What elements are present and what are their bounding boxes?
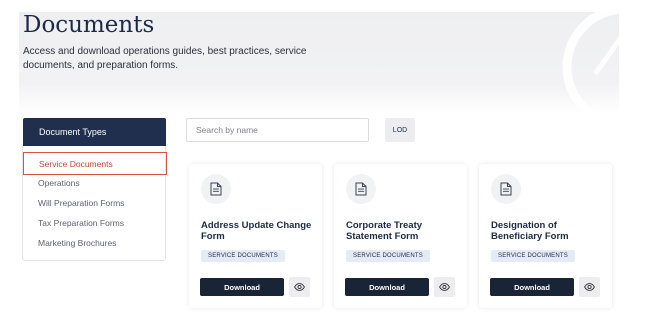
page-description: Access and download operations guides, b… bbox=[23, 46, 307, 71]
sidebar-item-operations[interactable]: Operations bbox=[38, 178, 80, 188]
category-badge: SERVICE DOCUMENTS bbox=[491, 250, 575, 262]
sidebar-item-will-preparation-forms[interactable]: Will Preparation Forms bbox=[38, 198, 124, 208]
document-card: Designation of Beneficiary Form SERVICE … bbox=[479, 164, 612, 308]
eye-icon[interactable] bbox=[289, 277, 310, 297]
document-card: Corporate Treaty Statement Form SERVICE … bbox=[334, 164, 467, 308]
download-button[interactable]: Download bbox=[345, 278, 429, 296]
document-types-list: Service Documents Operations Will Prepar… bbox=[22, 146, 167, 261]
eye-icon[interactable] bbox=[434, 277, 455, 297]
document-icon bbox=[491, 174, 521, 204]
document-icon bbox=[201, 174, 231, 204]
lod-button[interactable]: LOD bbox=[385, 118, 415, 142]
download-button[interactable]: Download bbox=[200, 278, 284, 296]
card-title: Address Update Change Form bbox=[201, 220, 312, 242]
page-title: Documents bbox=[23, 12, 155, 38]
sidebar-item-service-documents[interactable]: Service Documents bbox=[23, 152, 167, 175]
card-title: Corporate Treaty Statement Form bbox=[346, 220, 423, 242]
card-title: Designation of Beneficiary Form bbox=[491, 220, 569, 242]
download-button[interactable]: Download bbox=[490, 278, 574, 296]
category-badge: SERVICE DOCUMENTS bbox=[346, 250, 430, 262]
eye-icon[interactable] bbox=[579, 277, 600, 297]
document-types-header: Document Types bbox=[23, 118, 166, 146]
document-card: Address Update Change Form SERVICE DOCUM… bbox=[189, 164, 322, 308]
search-input[interactable] bbox=[186, 118, 369, 142]
decorative-emblem-icon bbox=[562, 12, 619, 114]
page-hero: Documents Access and download operations… bbox=[19, 12, 619, 114]
sidebar-item-marketing-brochures[interactable]: Marketing Brochures bbox=[38, 238, 116, 248]
category-badge: SERVICE DOCUMENTS bbox=[201, 250, 285, 262]
sidebar-item-tax-preparation-forms[interactable]: Tax Preparation Forms bbox=[38, 218, 124, 228]
document-icon bbox=[346, 174, 376, 204]
